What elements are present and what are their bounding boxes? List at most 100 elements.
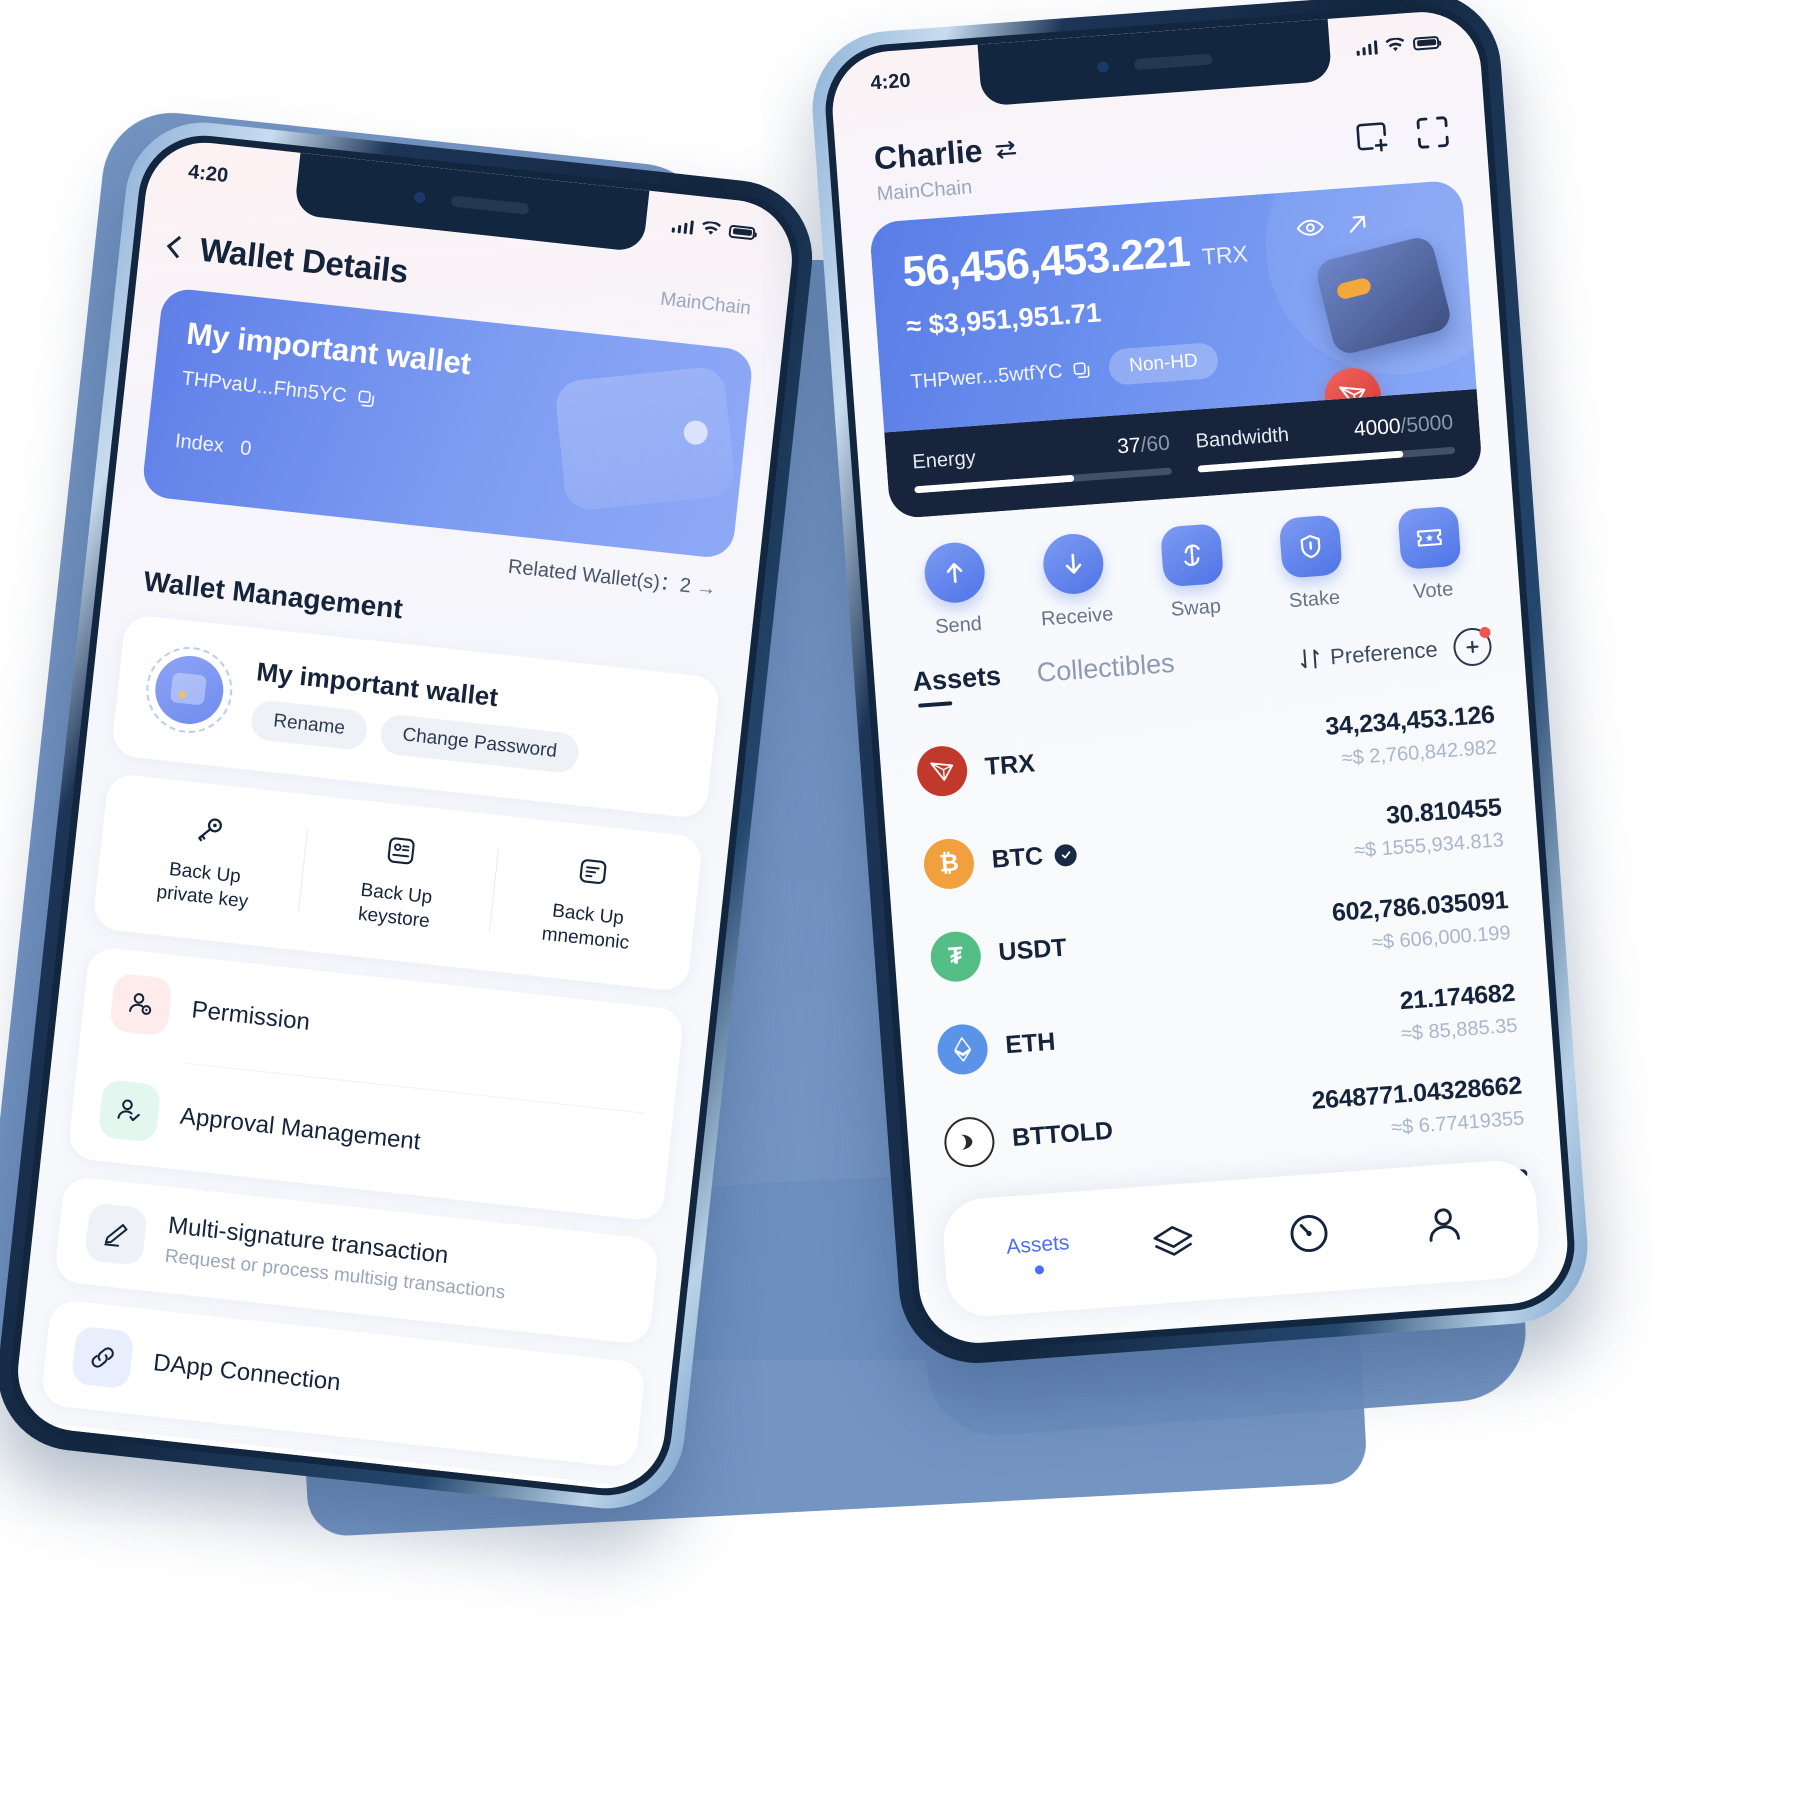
- external-link-icon[interactable]: [1345, 212, 1369, 236]
- resource-used: 4000: [1353, 414, 1402, 442]
- front-camera-icon: [413, 190, 426, 204]
- tab-profile-nav[interactable]: [1388, 1199, 1501, 1249]
- resource-energy[interactable]: Energy 37/60: [912, 432, 1173, 494]
- account-address-text: THPwer...5wtfYC: [909, 359, 1064, 393]
- asset-amount: 34,234,453.126: [1324, 700, 1496, 741]
- bitcoin-logo-icon: ₿: [922, 836, 976, 891]
- resource-value: 4000/5000: [1353, 411, 1454, 442]
- menu-item-text: DApp Connection: [152, 1349, 342, 1397]
- status-time: 4:20: [187, 160, 230, 187]
- layers-icon: [1153, 1226, 1193, 1256]
- asset-symbol: USDT: [997, 933, 1068, 967]
- wallet-home-body: Charlie MainChain 56,456,453.221 TRX ≈ $…: [828, 8, 1571, 1347]
- asset-usd: ≈$ 2,760,842.982: [1340, 736, 1498, 770]
- tab-assets-nav[interactable]: Assets: [982, 1229, 1095, 1278]
- switch-account-icon[interactable]: [994, 137, 1020, 161]
- wallet-details-body: Wallet Details MainChain My important wa…: [12, 137, 798, 1495]
- asset-usd: ≈$ 606,000.199: [1371, 921, 1512, 955]
- preference-label: Preference: [1329, 636, 1439, 669]
- action-swap[interactable]: Swap: [1138, 522, 1249, 624]
- menu-item-text: Approval Management: [179, 1102, 422, 1156]
- action-receive[interactable]: Receive: [1019, 530, 1130, 632]
- resource-bandwidth[interactable]: Bandwidth 4000/5000: [1195, 411, 1456, 473]
- backup-mnemonic-button[interactable]: Back Up mnemonic: [488, 841, 690, 961]
- asset-symbol: TRX: [983, 749, 1036, 781]
- backup-mnemonic-label: Back Up mnemonic: [494, 894, 679, 961]
- sort-icon: [1301, 648, 1320, 668]
- resource-total: /60: [1139, 431, 1171, 457]
- wallet-index-label: Index: [173, 430, 225, 458]
- eye-icon[interactable]: [1296, 217, 1325, 239]
- backup-keystore-button[interactable]: Back Up keystore: [297, 821, 499, 941]
- resource-bandwidth-top: Bandwidth 4000/5000: [1195, 411, 1454, 454]
- header-actions: [1352, 98, 1454, 157]
- verified-badge-icon: [1054, 843, 1078, 867]
- asset-identity: ₿ BTC: [922, 829, 1079, 891]
- resource-energy-top: Energy 37/60: [912, 432, 1171, 475]
- asset-symbol: BTC: [990, 842, 1045, 874]
- tron-logo-icon: [915, 743, 969, 798]
- asset-amount: 30.810455: [1385, 793, 1503, 830]
- account-name-row[interactable]: Charlie: [873, 130, 1020, 177]
- status-indicators: [671, 217, 756, 241]
- asset-symbol: BTTOLD: [1011, 1116, 1114, 1152]
- balance-top: 56,456,453.221 TRX ≈ $3,951,951.71 THPwe…: [868, 179, 1477, 433]
- hd-badge: Non-HD: [1108, 341, 1219, 386]
- wallet-illustration-icon: [553, 365, 737, 512]
- account-name: Charlie: [872, 132, 984, 177]
- asset-values: 2648771.04328662 ≈$ 6.77419355: [1311, 1072, 1525, 1146]
- asset-values: 21.174682 ≈$ 85,885.35: [1398, 979, 1519, 1046]
- battery-icon: [728, 224, 756, 240]
- earpiece-speaker: [450, 194, 530, 215]
- menu-item-text: Multi-signature transaction Request or p…: [164, 1211, 510, 1304]
- explore-icon: [1290, 1215, 1328, 1253]
- back-button[interactable]: [166, 235, 190, 259]
- mnemonic-icon: [501, 842, 685, 901]
- scan-icon[interactable]: [1412, 112, 1453, 153]
- backup-private-key-button[interactable]: Back Up private key: [105, 800, 307, 920]
- wallet-address: THPvaU...Fhn5YC: [180, 367, 348, 408]
- battery-icon: [1412, 35, 1440, 51]
- arrow-up-icon: [922, 540, 987, 605]
- permissions-card: Permission Approval Management: [67, 945, 685, 1222]
- bittorrent-logo-icon: [942, 1114, 997, 1169]
- backup-keystore-label: Back Up keystore: [303, 873, 488, 940]
- action-vote[interactable]: Vote: [1375, 504, 1486, 606]
- rename-button[interactable]: Rename: [249, 698, 369, 751]
- tether-logo-icon: ₮: [928, 929, 983, 983]
- asset-identity: BTTOLD: [942, 1106, 1115, 1169]
- wallet-identity-info: My important wallet Rename Change Passwo…: [249, 656, 691, 786]
- pencil-icon: [84, 1201, 149, 1266]
- tab-layers-nav[interactable]: [1117, 1219, 1230, 1267]
- account-info: Charlie MainChain: [873, 130, 1022, 206]
- tab-assets[interactable]: Assets: [911, 661, 1002, 708]
- tab-explore-nav[interactable]: [1252, 1209, 1365, 1259]
- preference-button[interactable]: Preference: [1299, 636, 1438, 672]
- action-send[interactable]: Send: [901, 539, 1012, 641]
- chain-label: MainChain: [659, 288, 752, 320]
- change-password-button[interactable]: Change Password: [378, 712, 581, 774]
- tab-label: Assets: [1005, 1230, 1071, 1259]
- action-stake[interactable]: Stake: [1257, 513, 1368, 615]
- front-camera-icon: [1097, 60, 1109, 73]
- account-address[interactable]: THPwer...5wtfYC: [910, 358, 1092, 394]
- approval-icon: [97, 1078, 162, 1143]
- screen-wallet-details: 4:20 Wallet Details MainChain My importa…: [11, 136, 799, 1495]
- profile-icon: [1429, 1208, 1461, 1242]
- ticket-icon: [1397, 505, 1462, 570]
- add-token-icon[interactable]: [1452, 626, 1493, 667]
- shield-icon: [1278, 514, 1343, 579]
- copy-icon[interactable]: [355, 388, 376, 409]
- asset-values: 34,234,453.126 ≈$ 2,760,842.982: [1324, 701, 1497, 772]
- asset-identity: ETH: [935, 1017, 1057, 1076]
- page-title-group: Wallet Details: [166, 227, 410, 291]
- avatar: [141, 642, 237, 738]
- permission-icon: [109, 972, 174, 1037]
- copy-icon[interactable]: [1072, 360, 1092, 380]
- asset-amount: 602,786.035091: [1331, 886, 1510, 927]
- screenshot-root: 4:20 Wallet Details MainChain My importa…: [0, 0, 1800, 1800]
- wifi-icon: [702, 220, 722, 235]
- menu-item-text: Permission: [190, 996, 311, 1037]
- add-wallet-icon[interactable]: [1353, 117, 1394, 158]
